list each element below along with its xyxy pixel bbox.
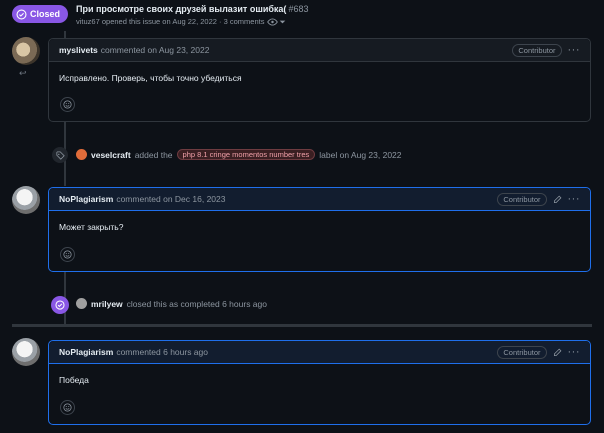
smiley-icon <box>63 250 72 259</box>
comment-card: NoPlagiarism commented 6 hours ago Contr… <box>48 340 591 425</box>
label-event: veselcraft added the php 8.1 cringe mome… <box>76 149 402 160</box>
status-text: Closed <box>30 9 61 19</box>
pencil-icon[interactable] <box>553 348 562 357</box>
role-badge: Contributor <box>497 192 547 206</box>
comment-timestamp[interactable]: commented 6 hours ago <box>116 347 208 357</box>
kebab-menu-icon[interactable]: ··· <box>568 44 581 56</box>
timeline-divider <box>12 324 592 327</box>
comment-header: myslivets commented on Aug 23, 2022 Cont… <box>49 39 590 62</box>
event-text: closed this as completed 6 hours ago <box>126 298 267 309</box>
issue-label[interactable]: php 8.1 cringe momentos number tres <box>176 149 316 160</box>
role-badge: Contributor <box>497 345 547 359</box>
watch-icon[interactable] <box>267 17 286 26</box>
issue-meta: vituz67 opened this issue on Aug 22, 202… <box>76 17 286 26</box>
smiley-icon <box>63 403 72 412</box>
comment-header: NoPlagiarism commented on Dec 16, 2023 C… <box>49 188 590 211</box>
avatar[interactable] <box>76 298 87 309</box>
issue-title[interactable]: При просмотре своих друзей вылазит ошибк… <box>76 4 308 14</box>
event-actor[interactable]: mrilyew <box>91 299 123 309</box>
check-circle-icon <box>16 8 27 20</box>
comment-card: myslivets commented on Aug 23, 2022 Cont… <box>48 38 591 122</box>
issue-title-text: При просмотре своих друзей вылазит ошибк… <box>76 4 287 14</box>
add-reaction-button[interactable] <box>60 97 75 112</box>
comment-timestamp[interactable]: commented on Aug 23, 2022 <box>101 45 210 55</box>
issue-sticky-header: Closed При просмотре своих друзей вылази… <box>0 0 604 31</box>
avatar[interactable] <box>12 338 40 366</box>
tag-icon <box>52 147 68 163</box>
comment-body: Может закрыть? <box>59 222 124 232</box>
comment-card: NoPlagiarism commented on Dec 16, 2023 C… <box>48 187 591 272</box>
pencil-icon[interactable] <box>553 195 562 204</box>
event-actor[interactable]: veselcraft <box>91 150 131 160</box>
role-badge: Contributor <box>512 43 562 57</box>
avatar[interactable] <box>12 37 40 65</box>
chevron-down-icon <box>280 20 286 23</box>
issue-number: #683 <box>288 4 309 14</box>
check-circle-icon <box>51 296 69 314</box>
comment-author[interactable]: NoPlagiarism <box>59 194 113 204</box>
avatar[interactable] <box>12 186 40 214</box>
kebab-menu-icon[interactable]: ··· <box>568 193 581 205</box>
event-text: label on Aug 23, 2022 <box>319 149 402 160</box>
event-text: added the <box>134 149 173 160</box>
close-event: mrilyew closed this as completed 6 hours… <box>76 298 267 309</box>
comment-body: Исправлено. Проверь, чтобы точно убедить… <box>59 73 242 83</box>
issue-meta-text: vituz67 opened this issue on Aug 22, 202… <box>76 17 265 26</box>
avatar[interactable] <box>76 149 87 160</box>
comment-author[interactable]: NoPlagiarism <box>59 347 113 357</box>
comment-body: Победа <box>59 375 89 385</box>
comment-timestamp[interactable]: commented on Dec 16, 2023 <box>116 194 225 204</box>
comment-header: NoPlagiarism commented 6 hours ago Contr… <box>49 341 590 364</box>
status-badge: Closed <box>12 5 68 23</box>
comment-author[interactable]: myslivets <box>59 45 98 55</box>
reply-arrow-icon: ↩ <box>19 68 27 78</box>
add-reaction-button[interactable] <box>60 247 75 262</box>
smiley-icon <box>63 100 72 109</box>
add-reaction-button[interactable] <box>60 400 75 415</box>
kebab-menu-icon[interactable]: ··· <box>568 346 581 358</box>
